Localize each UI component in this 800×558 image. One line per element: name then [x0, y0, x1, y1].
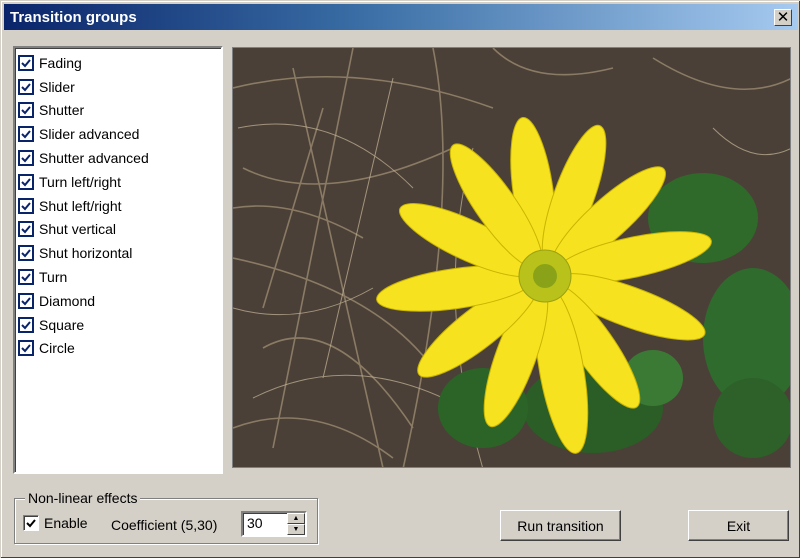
exit-button[interactable]: Exit — [688, 510, 789, 541]
checkmark-icon — [21, 225, 31, 234]
list-item-label: Shutter advanced — [39, 150, 149, 167]
list-item[interactable]: Shut left/right — [18, 194, 221, 218]
checkbox[interactable] — [18, 173, 34, 190]
checkmark-icon — [26, 519, 36, 528]
list-item[interactable]: Slider — [18, 75, 221, 99]
enable-label: Enable — [44, 515, 88, 531]
coefficient-label: Coefficient (5,30) — [111, 517, 218, 533]
checkbox[interactable] — [18, 221, 34, 238]
list-item-label: Shut left/right — [39, 197, 122, 214]
list-item-label: Shut horizontal — [39, 245, 133, 262]
list-item[interactable]: Fading — [18, 51, 221, 75]
flower-photo — [233, 48, 790, 467]
list-item-label: Slider advanced — [39, 126, 140, 143]
list-item-label: Square — [39, 316, 85, 333]
list-item[interactable]: Circle — [18, 337, 221, 361]
spin-down-button[interactable]: ▼ — [287, 524, 305, 535]
checkbox[interactable] — [18, 292, 34, 309]
list-item[interactable]: Shut vertical — [18, 218, 221, 242]
list-item-label: Slider — [39, 78, 75, 95]
list-item[interactable]: Turn — [18, 265, 221, 289]
checkbox[interactable] — [18, 78, 34, 95]
checkbox[interactable] — [18, 54, 34, 71]
list-item[interactable]: Square — [18, 313, 221, 337]
checkmark-icon — [21, 344, 31, 353]
checkmark-icon — [21, 297, 31, 306]
coefficient-spinner[interactable]: 30 ▲ ▼ — [241, 511, 307, 537]
spin-down-icon: ▼ — [292, 526, 300, 533]
nonlinear-effects-group: Non-linear effects Enable Coefficient (5… — [14, 490, 318, 544]
list-item-label: Shut vertical — [39, 221, 117, 238]
checkmark-icon — [21, 178, 31, 187]
list-item-label: Turn — [39, 269, 68, 286]
list-item[interactable]: Shutter advanced — [18, 146, 221, 170]
checkmark-icon — [21, 202, 31, 211]
preview-image — [232, 47, 791, 468]
checkbox[interactable] — [18, 316, 34, 333]
checkbox[interactable] — [18, 126, 34, 143]
list-item[interactable]: Slider advanced — [18, 122, 221, 146]
title-bar: Transition groups ✕ — [4, 4, 798, 30]
checkmark-icon — [21, 321, 31, 330]
list-item[interactable]: Turn left/right — [18, 170, 221, 194]
checkbox[interactable] — [18, 150, 34, 167]
list-item-label: Diamond — [39, 292, 96, 309]
checkbox-box[interactable] — [23, 515, 39, 531]
checkbox[interactable] — [18, 340, 34, 357]
spin-up-button[interactable]: ▲ — [287, 513, 305, 524]
list-item-label: Fading — [39, 54, 82, 71]
list-item-label: Circle — [39, 340, 75, 357]
checkbox[interactable] — [18, 245, 34, 262]
checkbox[interactable] — [18, 269, 34, 286]
close-button[interactable]: ✕ — [774, 9, 792, 26]
dialog-window: Transition groups ✕ Fading Slider Shutter S… — [0, 0, 800, 558]
checkmark-icon — [21, 273, 31, 282]
checkmark-icon — [21, 106, 31, 115]
checkmark-icon — [21, 59, 31, 68]
window-title: Transition groups — [10, 8, 137, 26]
group-legend: Non-linear effects — [25, 490, 141, 506]
enable-checkbox[interactable]: Enable — [23, 515, 88, 531]
list-item-label: Shutter — [39, 102, 85, 119]
spinner-buttons: ▲ ▼ — [287, 513, 305, 535]
checkmark-icon — [21, 83, 31, 92]
checkbox[interactable] — [18, 102, 34, 119]
close-icon: ✕ — [776, 9, 790, 26]
transition-group-list[interactable]: Fading Slider Shutter Slider advanced Shutte… — [13, 46, 223, 474]
list-item[interactable]: Shut horizontal — [18, 241, 221, 265]
checkbox[interactable] — [18, 197, 34, 214]
checkmark-icon — [21, 249, 31, 258]
coefficient-input[interactable]: 30 — [243, 513, 287, 535]
checkmark-icon — [21, 130, 31, 139]
spin-up-icon: ▲ — [292, 515, 300, 522]
run-transition-button[interactable]: Run transition — [500, 510, 621, 541]
list-item-label: Turn left/right — [39, 173, 121, 190]
list-item[interactable]: Diamond — [18, 289, 221, 313]
checkmark-icon — [21, 154, 31, 163]
list-item[interactable]: Shutter — [18, 99, 221, 123]
